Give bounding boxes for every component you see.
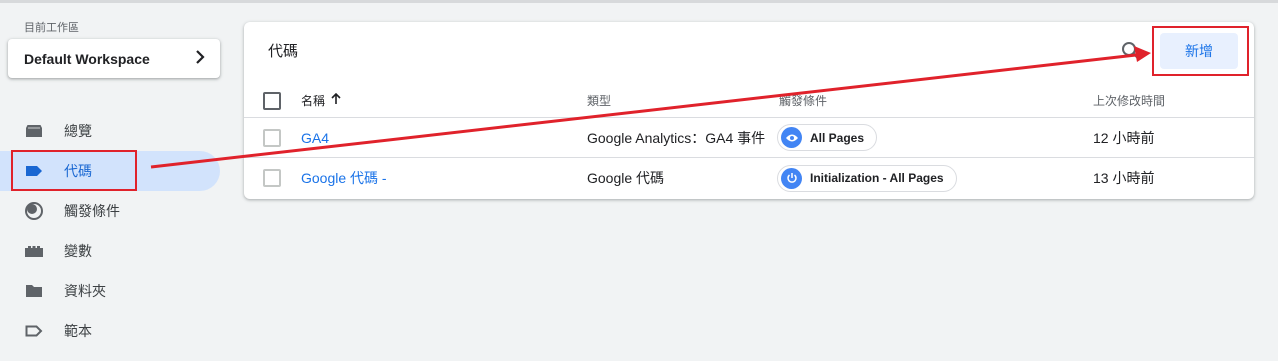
sidebar-item-label: 觸發條件 xyxy=(64,203,120,219)
sidebar-item-variables[interactable]: 變數 xyxy=(0,231,220,271)
chevron-right-icon xyxy=(194,48,206,69)
workspace-name: Default Workspace xyxy=(24,50,150,67)
workspace-label: 目前工作區 xyxy=(24,22,79,34)
column-name-label: 名稱 xyxy=(301,94,326,108)
sidebar-item-label: 總覽 xyxy=(64,123,92,139)
annotation-box-new-button xyxy=(1152,26,1249,76)
annotation-box-tags xyxy=(11,150,137,191)
overview-icon xyxy=(24,121,44,141)
sidebar-item-triggers[interactable]: 觸發條件 xyxy=(0,191,220,231)
last-modified: 13 小時前 xyxy=(1093,170,1155,186)
table-header: 名稱 類型 觸發條件 上次修改時間 xyxy=(244,84,1254,118)
tag-type: Google 代碼 xyxy=(587,170,665,186)
sidebar-item-label: 範本 xyxy=(64,323,92,339)
page-title: 代碼 xyxy=(268,43,299,60)
trigger-cell: All Pages xyxy=(777,118,878,157)
search-icon[interactable] xyxy=(1120,40,1142,62)
column-header-modified[interactable]: 上次修改時間 xyxy=(1093,84,1165,117)
row-checkbox[interactable] xyxy=(263,169,281,187)
tag-type: Google Analytics：GA4 事件 xyxy=(587,129,766,146)
column-header-name[interactable]: 名稱 xyxy=(301,84,341,117)
workspace-selector[interactable]: Default Workspace xyxy=(8,39,220,78)
last-modified: 12 小時前 xyxy=(1093,129,1155,146)
table-row: GA4 Google Analytics：GA4 事件 All Pages 12… xyxy=(244,118,1254,158)
sidebar-item-label: 變數 xyxy=(64,243,92,259)
sidebar-item-overview[interactable]: 總覽 xyxy=(0,111,220,151)
trigger-chip-label: Initialization - All Pages xyxy=(810,171,944,185)
select-all-checkbox[interactable] xyxy=(263,92,281,110)
tag-name-link[interactable]: GA4 xyxy=(301,118,329,157)
trigger-chip-label: All Pages xyxy=(810,130,865,145)
trigger-chip[interactable]: Initialization - All Pages xyxy=(777,164,957,192)
trigger-chip[interactable]: All Pages xyxy=(777,124,878,151)
trigger-cell: Initialization - All Pages xyxy=(777,158,957,198)
tag-name-link[interactable]: Google 代碼 - xyxy=(301,158,387,198)
variables-icon xyxy=(24,241,44,261)
folder-icon xyxy=(24,281,44,301)
sidebar-item-templates[interactable]: 範本 xyxy=(0,311,220,351)
top-border xyxy=(0,0,1278,3)
tags-card: 代碼 新增 名稱 類型 觸發條件 上次修改時間 GA4 Google Analy… xyxy=(244,22,1254,199)
column-header-trigger[interactable]: 觸發條件 xyxy=(779,84,827,117)
power-icon xyxy=(781,167,802,189)
table-row: Google 代碼 - Google 代碼 Initialization - A… xyxy=(244,158,1254,198)
sidebar-item-label: 資料夾 xyxy=(64,283,106,299)
sidebar-nav: 總覽 代碼 觸發條件 變數 資料夾 範本 xyxy=(0,111,220,351)
template-icon xyxy=(24,321,44,341)
row-checkbox[interactable] xyxy=(263,129,281,147)
sort-ascending-icon xyxy=(331,92,341,108)
column-header-type[interactable]: 類型 xyxy=(587,84,611,117)
trigger-icon xyxy=(24,201,44,221)
sidebar-item-folders[interactable]: 資料夾 xyxy=(0,271,220,311)
eye-icon xyxy=(781,127,802,148)
